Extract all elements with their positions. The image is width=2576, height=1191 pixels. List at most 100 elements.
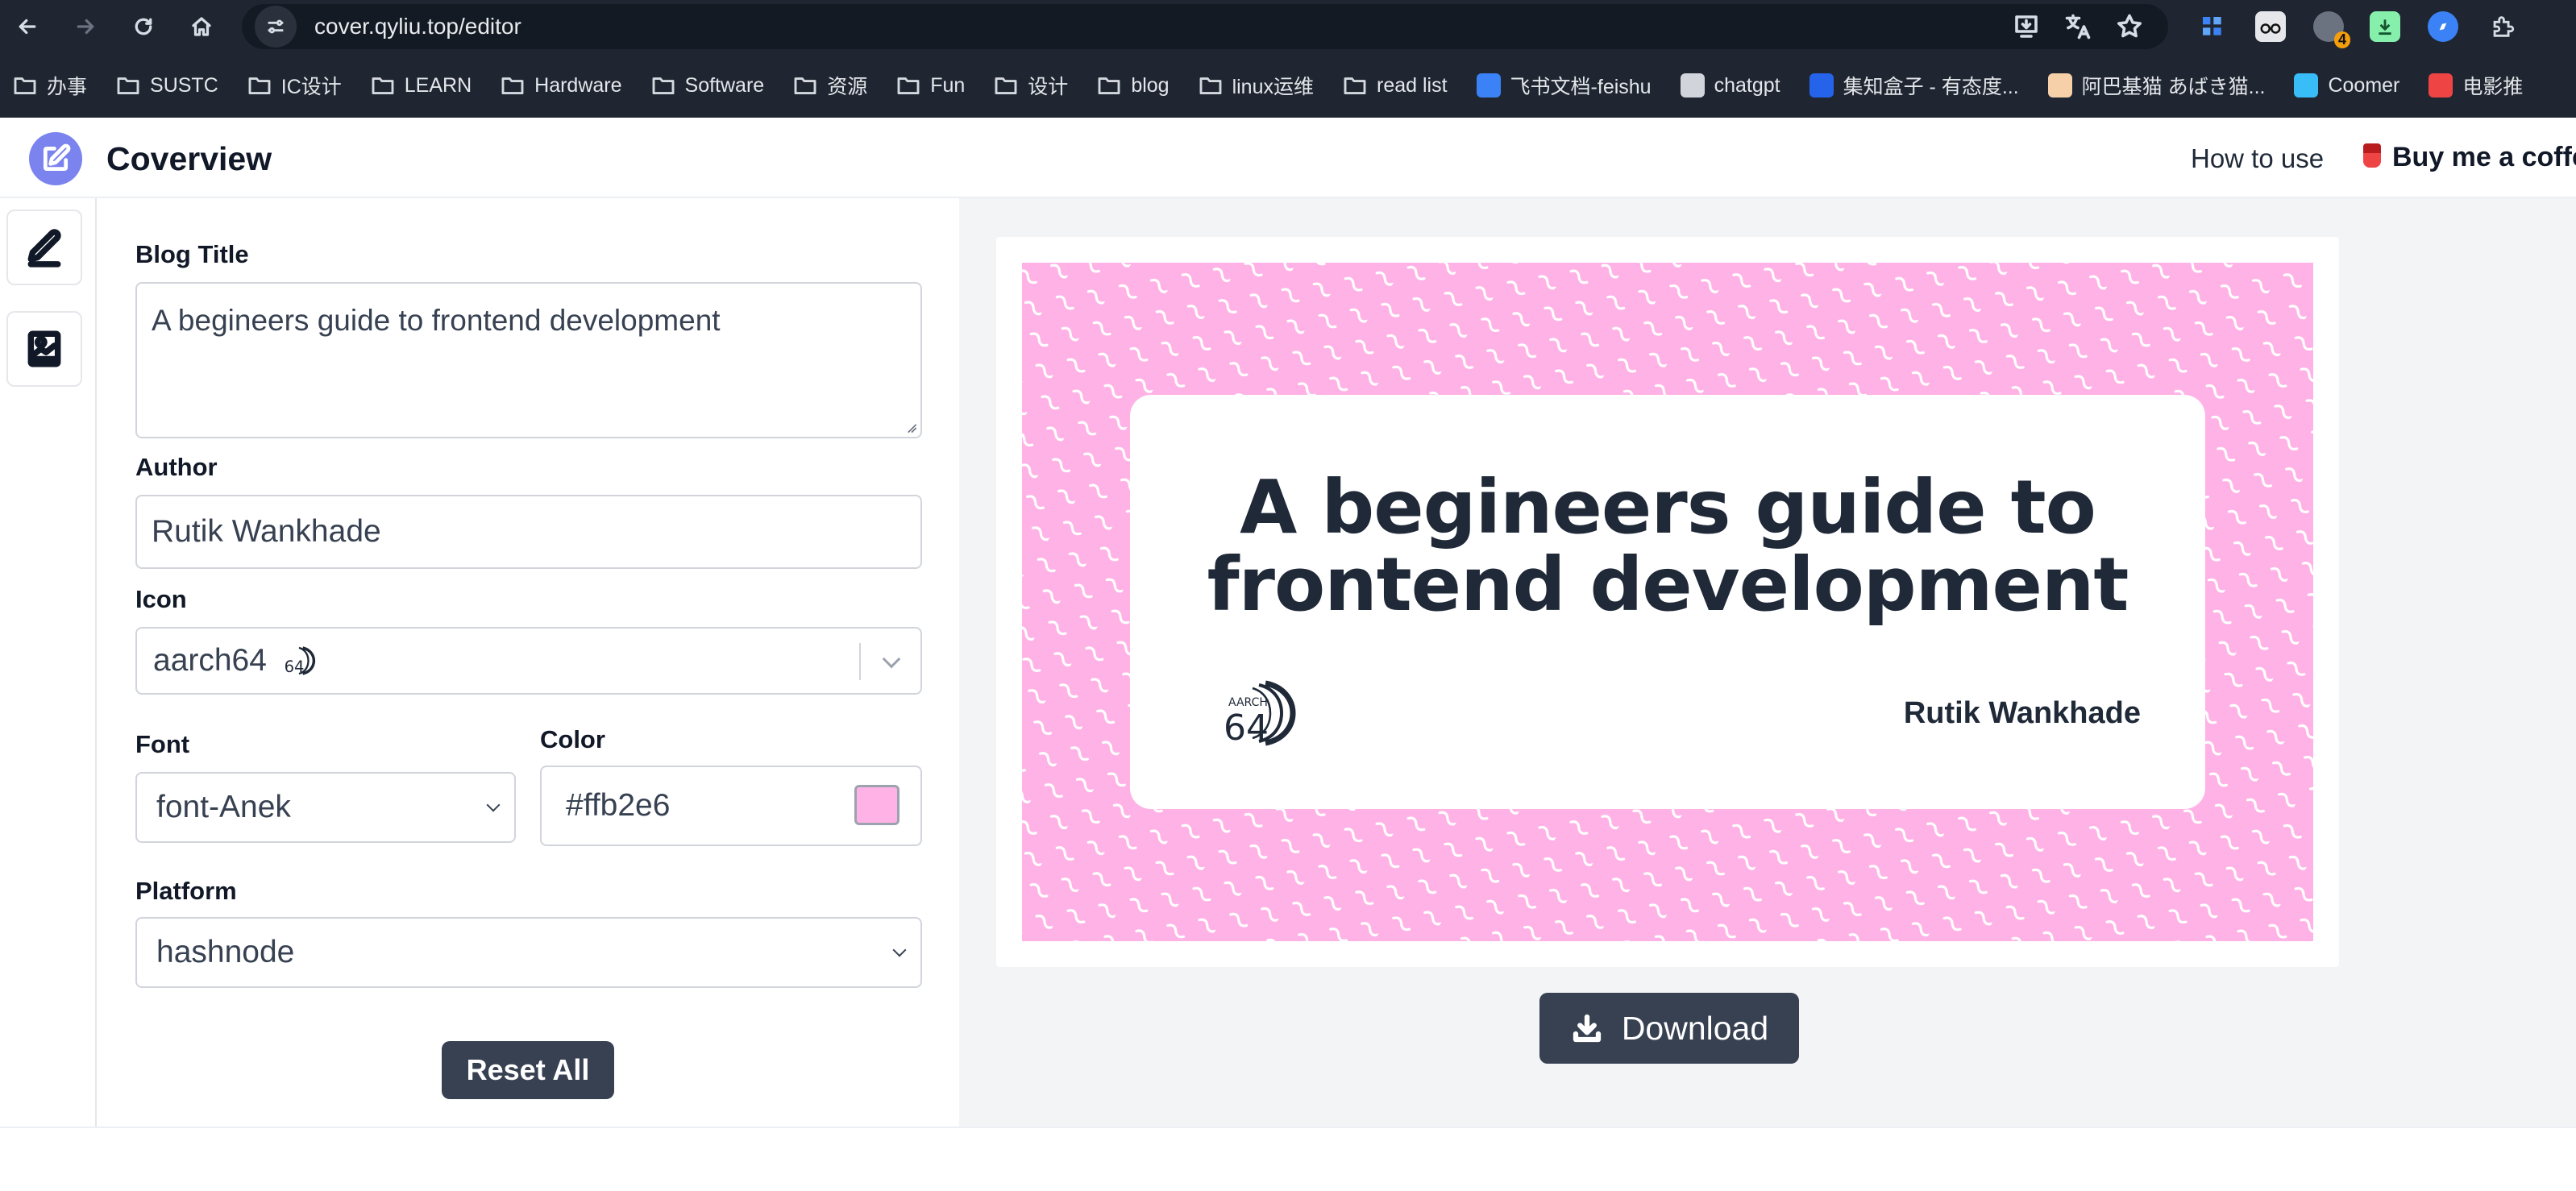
bookmark-label: Fun xyxy=(930,73,966,97)
folder-icon xyxy=(247,76,272,95)
bookmark-item[interactable]: linux运维 xyxy=(1199,71,1314,100)
site-favicon-icon xyxy=(1809,73,1834,98)
download-label: Download xyxy=(1621,1009,1769,1047)
bookmark-item[interactable]: Coomer xyxy=(2294,73,2399,98)
folder-icon xyxy=(651,76,675,95)
bookmark-label: read list xyxy=(1377,73,1448,97)
bookmark-item[interactable]: IC设计 xyxy=(247,71,342,100)
extension-download-icon[interactable] xyxy=(2370,11,2400,42)
bookmark-item[interactable]: 资源 xyxy=(793,71,867,100)
bookmark-label: Software xyxy=(684,73,765,97)
bookmark-label: 设计 xyxy=(1028,76,1069,98)
color-input[interactable]: #ffb2e6 xyxy=(540,766,922,846)
bookmark-label: 资源 xyxy=(827,76,868,98)
home-button[interactable] xyxy=(179,4,224,49)
blog-title-value: A begineers guide to frontend developmen… xyxy=(152,304,721,337)
bookmark-label: 电影推 xyxy=(2462,76,2524,98)
bookmark-item[interactable]: blog xyxy=(1097,74,1170,98)
blog-title-textarea[interactable]: A begineers guide to frontend developmen… xyxy=(135,282,922,438)
site-info-button[interactable] xyxy=(255,6,297,48)
icon-select-value: aarch64 xyxy=(153,643,267,678)
bookmark-item[interactable]: Software xyxy=(651,73,765,98)
color-label: Color xyxy=(540,725,605,753)
translate-icon[interactable] xyxy=(2063,12,2092,41)
author-input[interactable]: Rutik Wankhade xyxy=(135,495,922,569)
icon-label: Icon xyxy=(135,585,187,613)
bookmark-item[interactable]: 阿巴基猫 あばき猫... xyxy=(2047,71,2265,100)
reset-all-button[interactable]: Reset All xyxy=(442,1041,614,1099)
reload-button[interactable] xyxy=(121,4,166,49)
chevron-down-icon xyxy=(486,798,501,812)
extensions-puzzle-icon[interactable] xyxy=(2487,11,2518,42)
color-swatch[interactable] xyxy=(854,785,900,825)
home-icon xyxy=(192,17,211,36)
how-to-use-link[interactable]: How to use xyxy=(2191,143,2324,174)
bookmark-label: Coomer xyxy=(2328,73,2400,97)
extension-badge-icon[interactable]: 4 xyxy=(2313,11,2350,48)
download-icon xyxy=(1573,1014,1601,1043)
brand-name[interactable]: Coverview xyxy=(106,140,272,178)
folder-icon xyxy=(13,76,37,95)
bookmark-label: LEARN xyxy=(404,73,472,97)
star-icon[interactable] xyxy=(2115,12,2144,41)
resize-handle-icon[interactable] xyxy=(906,422,917,434)
edit-tab-button[interactable] xyxy=(6,210,82,285)
address-bar[interactable]: cover.qyliu.top/editor xyxy=(242,4,2168,49)
cover-title: A begineers guide to frontend developmen… xyxy=(1207,464,2129,628)
author-value: Rutik Wankhade xyxy=(152,514,381,549)
bookmark-item[interactable]: 设计 xyxy=(994,71,1068,100)
bookmark-item[interactable]: 飞书文档-feishu xyxy=(1476,71,1652,100)
site-favicon-icon xyxy=(1476,73,1501,98)
editor-sidebar xyxy=(0,198,97,1127)
bookmark-item[interactable]: LEARN xyxy=(371,74,472,98)
cover-author: Rutik Wankhade xyxy=(1903,696,2141,730)
site-favicon-icon xyxy=(1680,73,1705,98)
app-logo[interactable] xyxy=(29,132,82,185)
bookmark-label: 集知盒子 - 有态度... xyxy=(1843,76,2019,98)
bookmark-label: 办事 xyxy=(47,76,88,98)
download-button[interactable]: Download xyxy=(1539,993,1799,1064)
font-select[interactable]: font-Anek xyxy=(135,772,516,843)
edit-square-icon xyxy=(43,143,71,172)
url-text: cover.qyliu.top/editor xyxy=(314,14,521,39)
blog-title-label: Blog Title xyxy=(135,240,249,268)
extension-glasses-icon[interactable] xyxy=(2255,11,2286,42)
install-app-icon[interactable] xyxy=(2012,12,2041,41)
color-value: #ffb2e6 xyxy=(566,788,671,823)
chevron-down-icon[interactable] xyxy=(882,649,901,669)
folder-icon xyxy=(371,76,395,95)
forward-button[interactable] xyxy=(63,4,108,49)
icon-select[interactable]: aarch64 64 xyxy=(135,627,922,695)
buy-me-a-coffee-link[interactable]: Buy me a coffee xyxy=(2363,142,2576,173)
platform-select-value: hashnode xyxy=(156,935,295,969)
platform-label: Platform xyxy=(135,877,237,905)
bookmarks-bar: 办事 SUSTC IC设计 LEARN Hardware Software 资源 Fun 设计 b… xyxy=(0,53,2576,118)
bookmark-label: chatgpt xyxy=(1714,73,1780,97)
back-button[interactable] xyxy=(5,4,50,49)
arrow-left-icon xyxy=(19,19,36,35)
extension-dropbox-icon[interactable] xyxy=(2197,11,2228,42)
site-favicon-icon xyxy=(2294,73,2319,98)
select-divider xyxy=(859,643,861,680)
bookmark-item[interactable]: Hardware xyxy=(501,74,622,98)
extension-compass-icon[interactable] xyxy=(2428,11,2458,42)
reload-icon xyxy=(135,18,152,35)
bookmark-item[interactable]: 集知盒子 - 有态度... xyxy=(1809,71,2019,100)
bookmark-label: SUSTC xyxy=(150,73,218,97)
bookmark-item[interactable]: SUSTC xyxy=(116,74,218,98)
bookmark-item[interactable]: read list xyxy=(1343,74,1448,98)
image-tab-button[interactable] xyxy=(6,311,82,387)
cover-image: A begineers guide to frontend developmen… xyxy=(1022,263,2313,941)
folder-icon xyxy=(994,76,1018,95)
bookmark-label: linux运维 xyxy=(1232,76,1314,98)
aarch64-icon: 64 xyxy=(285,646,316,676)
bookmark-item[interactable]: chatgpt xyxy=(1680,73,1780,98)
aarch64-logo: AARCH 64 xyxy=(1224,680,1296,749)
platform-select[interactable]: hashnode xyxy=(135,917,922,988)
folder-icon xyxy=(501,76,525,95)
bookmark-item[interactable]: 办事 xyxy=(13,71,87,100)
editor-form: Blog Title A begineers guide to frontend… xyxy=(98,198,959,1127)
bookmark-item[interactable]: 电影推 xyxy=(2429,71,2523,100)
bookmark-item[interactable]: Fun xyxy=(896,74,965,98)
site-favicon-icon xyxy=(2429,73,2453,98)
